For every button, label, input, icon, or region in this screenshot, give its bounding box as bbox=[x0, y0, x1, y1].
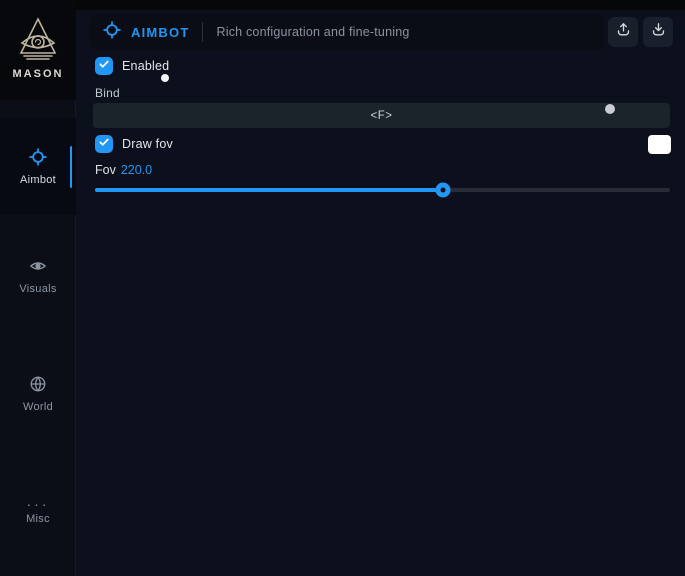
enabled-label: Enabled bbox=[122, 59, 169, 73]
sidebar-item-visuals[interactable]: Visuals bbox=[0, 250, 76, 302]
cursor-dot-secondary bbox=[605, 104, 615, 114]
ellipsis-icon: ··· bbox=[27, 500, 50, 508]
sidebar-item-misc[interactable]: ··· Misc bbox=[0, 486, 76, 538]
sidebar-item-label: Misc bbox=[26, 513, 50, 525]
crosshair-icon bbox=[103, 21, 121, 44]
fov-label: Fov bbox=[95, 163, 116, 177]
globe-icon bbox=[29, 375, 47, 396]
mason-eye-pyramid-icon bbox=[16, 16, 60, 64]
page-title: AIMBOT bbox=[131, 25, 189, 40]
check-icon bbox=[98, 57, 110, 75]
fov-value-line: Fov 220.0 bbox=[95, 163, 152, 177]
upload-icon bbox=[615, 21, 632, 43]
sidebar: MASON Aimbot Visuals bbox=[0, 0, 76, 576]
sidebar-item-label: Aimbot bbox=[20, 174, 56, 186]
crosshair-icon bbox=[29, 148, 47, 169]
top-strip bbox=[0, 0, 685, 10]
download-icon bbox=[650, 21, 667, 43]
bind-label: Bind bbox=[95, 86, 120, 100]
selected-indicator bbox=[70, 146, 72, 188]
mason-menu-window: MASON Aimbot Visuals bbox=[0, 0, 685, 576]
draw-fov-label: Draw fov bbox=[122, 137, 173, 151]
sidebar-item-world[interactable]: World bbox=[0, 368, 76, 420]
page-header: AIMBOT Rich configuration and fine-tunin… bbox=[90, 14, 604, 50]
download-config-button[interactable] bbox=[643, 17, 673, 47]
fov-slider-fill bbox=[95, 188, 443, 192]
sidebar-item-label: Visuals bbox=[19, 283, 56, 295]
bind-value: <F> bbox=[371, 110, 393, 122]
upload-config-button[interactable] bbox=[608, 17, 638, 47]
check-icon bbox=[98, 135, 110, 153]
enabled-checkbox[interactable] bbox=[95, 57, 113, 75]
fov-color-swatch[interactable] bbox=[648, 135, 671, 154]
logo-text: MASON bbox=[13, 68, 64, 80]
bind-input[interactable]: <F> bbox=[93, 103, 670, 128]
fov-slider-handle[interactable] bbox=[435, 183, 450, 198]
fov-slider[interactable] bbox=[95, 188, 670, 192]
eye-icon bbox=[29, 257, 47, 278]
fov-value: 220.0 bbox=[121, 163, 152, 177]
sidebar-item-aimbot[interactable]: Aimbot bbox=[0, 118, 76, 215]
page-subtitle: Rich configuration and fine-tuning bbox=[216, 25, 409, 39]
logo-block: MASON bbox=[0, 0, 76, 100]
sidebar-item-label: World bbox=[23, 401, 53, 413]
cursor-dot bbox=[161, 74, 169, 82]
draw-fov-checkbox[interactable] bbox=[95, 135, 113, 153]
header-divider bbox=[202, 22, 203, 42]
